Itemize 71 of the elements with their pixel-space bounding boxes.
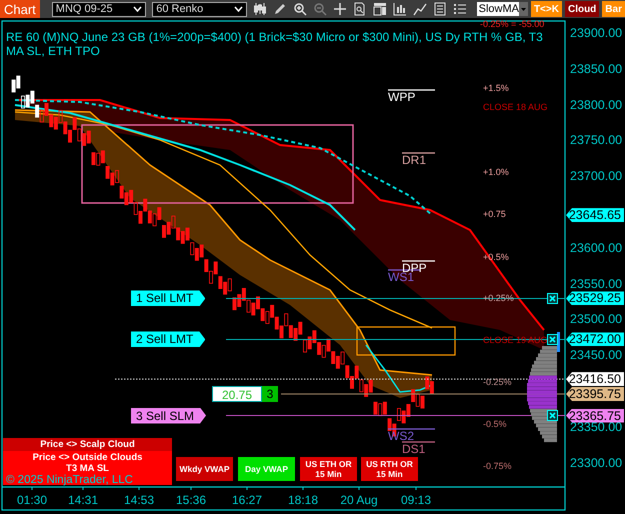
chart-button[interactable]: Chart	[0, 0, 40, 18]
period-select[interactable]: 60 Renko	[152, 2, 247, 16]
indicator-button[interactable]: US ETH OR 15 Min	[300, 457, 357, 481]
instrument-select[interactable]: MNQ 09-25	[52, 2, 146, 16]
price-axis-label: 23750.00	[570, 134, 622, 148]
order-tag[interactable]: 3 Sell SLM	[131, 408, 206, 424]
time-axis-label: 14:31	[66, 493, 100, 507]
chart-title: RE 60 (M)NQ June 23 GB (1%=200p=$400) (1 Brick=$30 Micro or $300 Mini), US Dy RTH % GB, T3 MA SL, ETH TPO	[6, 30, 544, 58]
time-axis-label: 15:36	[174, 493, 208, 507]
zoom-out-icon[interactable]	[312, 2, 327, 16]
price-axis-label: 23550.00	[570, 278, 622, 291]
price-marker-tag: 23472.00	[566, 332, 624, 346]
pivot-label: WS2	[388, 430, 414, 443]
close-icon[interactable]	[547, 292, 558, 304]
chevron-down-icon	[234, 6, 243, 12]
level-label: -0.25%	[483, 376, 512, 388]
level-label: CLOSE 18 AUG	[483, 101, 548, 113]
level-label: +1.5%	[483, 82, 509, 94]
price-axis-label: 23600.00	[570, 242, 622, 255]
line-chart-icon[interactable]	[412, 2, 427, 16]
indicator-button[interactable]: Wkdy VWAP	[176, 457, 233, 481]
price-axis-label: 23350.00	[570, 420, 622, 434]
time-axis-label: 09:13	[400, 493, 432, 507]
copyright-text: © 2025 NinjaTrader, LLC	[5, 475, 134, 486]
level-label: -0.5%	[483, 418, 507, 430]
chevron-down-icon	[133, 6, 142, 12]
pencil-icon[interactable]	[272, 2, 287, 16]
crosshair-icon[interactable]	[332, 2, 347, 16]
document-search-icon[interactable]	[352, 2, 367, 16]
order-tag[interactable]: 1 Sell LMT	[131, 290, 206, 306]
pivot-label: WS1	[388, 271, 414, 284]
level-label: -0.75%	[483, 460, 512, 472]
price-axis-label: 23900.00	[570, 27, 622, 40]
quantity-badge: 3	[262, 386, 278, 402]
candlestick-icon[interactable]	[252, 2, 267, 16]
moving-average-line	[365, 344, 432, 393]
status-banner: Price <> Scalp Cloud	[3, 438, 172, 451]
time-axis-label: 18:18	[286, 493, 320, 507]
pivot-label: DS1	[402, 443, 426, 456]
level-label: +1.0%	[483, 166, 509, 178]
zoom-in-icon[interactable]	[292, 2, 307, 16]
price-marker-tag: 23645.65	[566, 208, 624, 222]
time-axis-label: 14:53	[122, 493, 156, 507]
price-marker-tag: 23395.75	[566, 387, 624, 402]
list-icon[interactable]	[452, 2, 467, 16]
time-axis-label: 20 Aug	[339, 493, 379, 507]
price-axis-label: 23700.00	[570, 170, 622, 184]
toolbar-toggle-button[interactable]: Cloud	[564, 1, 600, 17]
price-marker-tag: 23529.25	[566, 291, 624, 306]
ma-select[interactable]: SlowMA	[476, 2, 528, 16]
price-axis-label: 23300.00	[570, 456, 622, 470]
price-axis-label: 23500.00	[570, 313, 622, 326]
time-axis-label: 16:27	[230, 493, 264, 507]
calculator-icon[interactable]	[432, 2, 447, 16]
pivot-label: DR1	[402, 154, 426, 167]
price-marker-tag: 23416.50	[566, 372, 624, 386]
price-axis-label: 23850.00	[570, 62, 622, 76]
price-change-text: -0.25% = -55.00	[480, 19, 544, 29]
close-icon[interactable]	[547, 334, 558, 345]
order-tag[interactable]: 2 Sell LMT	[131, 331, 206, 348]
price-axis-label: 23450.00	[570, 349, 622, 362]
panel-icon[interactable]	[372, 2, 387, 16]
close-icon[interactable]	[547, 410, 558, 422]
pivot-label: WPP	[388, 91, 416, 104]
time-axis-label: 01:30	[16, 493, 48, 507]
level-label: +0.75	[483, 208, 506, 220]
price-axis-label: 23800.00	[570, 98, 622, 112]
price-marker-tag: 23365.75	[566, 408, 624, 423]
pnl-field: 20.75	[212, 386, 262, 402]
indicator-button[interactable]: US RTH OR 15 Min	[361, 457, 418, 481]
bar-chart-icon[interactable]	[392, 2, 407, 16]
